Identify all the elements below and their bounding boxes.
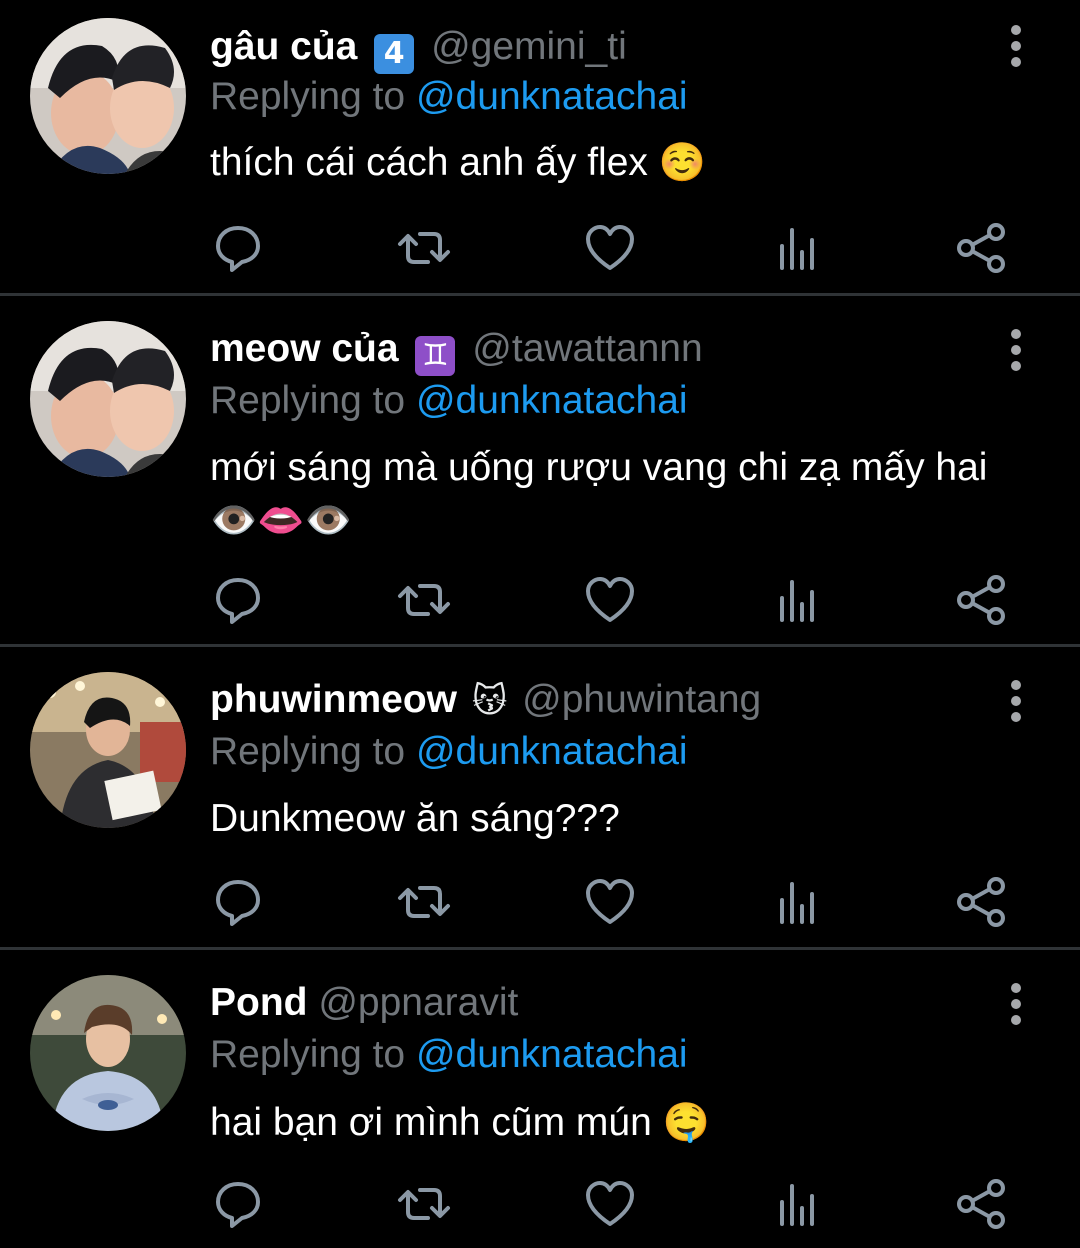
reply-button[interactable] [210, 1176, 266, 1232]
keycap-four-emoji: 4 [374, 34, 415, 74]
avatar[interactable] [30, 672, 186, 828]
reply-icon [216, 1182, 260, 1228]
heart-icon [586, 879, 634, 924]
replying-prefix: Replying to [210, 730, 406, 773]
more-options-button[interactable] [1000, 326, 1032, 374]
share-icon [957, 877, 1005, 927]
heart-icon [586, 1181, 634, 1226]
user-handle[interactable]: @tawattannn [472, 327, 702, 370]
more-vertical-icon [1011, 25, 1021, 67]
analytics-button[interactable] [768, 1176, 824, 1232]
action-bar [210, 220, 1030, 276]
replying-to-handle[interactable]: @dunknatachai [416, 75, 688, 118]
like-button[interactable] [582, 220, 638, 276]
reply-icon [216, 880, 260, 926]
avatar[interactable] [30, 321, 186, 477]
heart-icon [586, 577, 634, 622]
tweet-text-content: hai bạn ơi mình cũm mún [210, 1101, 652, 1144]
analytics-icon [780, 580, 814, 622]
share-icon [957, 575, 1005, 625]
replying-to-handle[interactable]: @dunknatachai [416, 379, 688, 422]
analytics-button[interactable] [768, 572, 824, 628]
more-vertical-icon [1011, 680, 1021, 722]
like-button[interactable] [582, 572, 638, 628]
tweet-item[interactable]: phuwinmeow 😽 @phuwintang Replying to @du… [0, 647, 1080, 947]
heart-icon [586, 225, 634, 270]
user-handle[interactable]: @phuwintang [522, 678, 761, 721]
reply-button[interactable] [210, 572, 266, 628]
more-options-button[interactable] [1000, 22, 1032, 70]
analytics-button[interactable] [768, 220, 824, 276]
share-button[interactable] [954, 220, 1010, 276]
display-name[interactable]: phuwinmeow [210, 678, 457, 721]
more-vertical-icon [1011, 983, 1021, 1025]
retweet-button[interactable] [396, 220, 452, 276]
tweet-item[interactable]: Pond @ppnaravit Replying to @dunknatacha… [0, 950, 1080, 1248]
tweet-text: thích cái cách anh ấy flex ☺️ [210, 136, 1050, 189]
tweet-header: Pond @ppnaravit [210, 978, 518, 1028]
user-handle[interactable]: @ppnaravit [318, 981, 518, 1024]
tweet-header: gâu của 4 @gemini_ti [210, 22, 627, 74]
share-button[interactable] [954, 1176, 1010, 1232]
replying-to-line: Replying to @dunknatachai [210, 727, 688, 777]
tweet-item[interactable]: meow của ♊ @tawattannn Replying to @dunk… [0, 296, 1080, 644]
replying-to-handle[interactable]: @dunknatachai [416, 730, 688, 773]
action-bar [210, 874, 1030, 930]
gemini-emoji: ♊ [415, 336, 456, 376]
more-options-button[interactable] [1000, 980, 1032, 1028]
replying-prefix: Replying to [210, 379, 406, 422]
display-name[interactable]: Pond [210, 981, 307, 1024]
reply-icon [216, 226, 260, 272]
retweet-button[interactable] [396, 1176, 452, 1232]
replying-prefix: Replying to [210, 1033, 406, 1076]
reply-button[interactable] [210, 874, 266, 930]
tweet-text-content: Dunkmeow ăn sáng??? [210, 797, 620, 840]
user-handle[interactable]: @gemini_ti [431, 25, 627, 68]
more-vertical-icon [1011, 329, 1021, 371]
more-options-button[interactable] [1000, 677, 1032, 725]
reply-button[interactable] [210, 220, 266, 276]
reply-icon [216, 578, 260, 624]
avatar[interactable] [30, 18, 186, 174]
tweet-item[interactable]: gâu của 4 @gemini_ti Replying to @dunkna… [0, 0, 1080, 295]
retweet-button[interactable] [396, 874, 452, 930]
smiling-face-emoji: ☺️ [658, 140, 707, 184]
analytics-icon [780, 1184, 814, 1226]
avatar[interactable] [30, 975, 186, 1131]
replying-to-line: Replying to @dunknatachai [210, 72, 688, 122]
replying-to-handle[interactable]: @dunknatachai [416, 1033, 688, 1076]
eye-mouth-eye-emoji: 👁️👄👁️ [210, 498, 352, 542]
share-icon [957, 1179, 1005, 1229]
display-name[interactable]: meow của [210, 327, 399, 370]
share-button[interactable] [954, 572, 1010, 628]
tweet-text: hai bạn ơi mình cũm mún 🤤 [210, 1096, 1050, 1149]
tweet-text-content: thích cái cách anh ấy flex [210, 141, 648, 184]
retweet-button[interactable] [396, 572, 452, 628]
analytics-button[interactable] [768, 874, 824, 930]
tweet-text: mới sáng mà uống rượu vang chi zạ mấy ha… [210, 442, 1050, 546]
kissing-cat-emoji: 😽 [471, 681, 508, 721]
replying-prefix: Replying to [210, 75, 406, 118]
analytics-icon [780, 228, 814, 270]
tweet-header: meow của ♊ @tawattannn [210, 324, 703, 376]
retweet-icon [398, 886, 450, 918]
share-icon [957, 223, 1005, 273]
display-name[interactable]: gâu của [210, 25, 357, 68]
retweet-icon [398, 232, 450, 264]
tweet-text: Dunkmeow ăn sáng??? [210, 793, 1050, 845]
retweet-icon [398, 1188, 450, 1220]
analytics-icon [780, 882, 814, 924]
replying-to-line: Replying to @dunknatachai [210, 1030, 688, 1080]
like-button[interactable] [582, 874, 638, 930]
like-button[interactable] [582, 1176, 638, 1232]
action-bar [210, 1176, 1030, 1232]
drooling-face-emoji: 🤤 [662, 1100, 710, 1144]
share-button[interactable] [954, 874, 1010, 930]
retweet-icon [398, 584, 450, 616]
action-bar [210, 572, 1030, 628]
tweet-text-content: mới sáng mà uống rượu vang chi zạ mấy ha… [210, 446, 988, 489]
tweet-header: phuwinmeow 😽 @phuwintang [210, 675, 761, 725]
replying-to-line: Replying to @dunknatachai [210, 376, 688, 426]
